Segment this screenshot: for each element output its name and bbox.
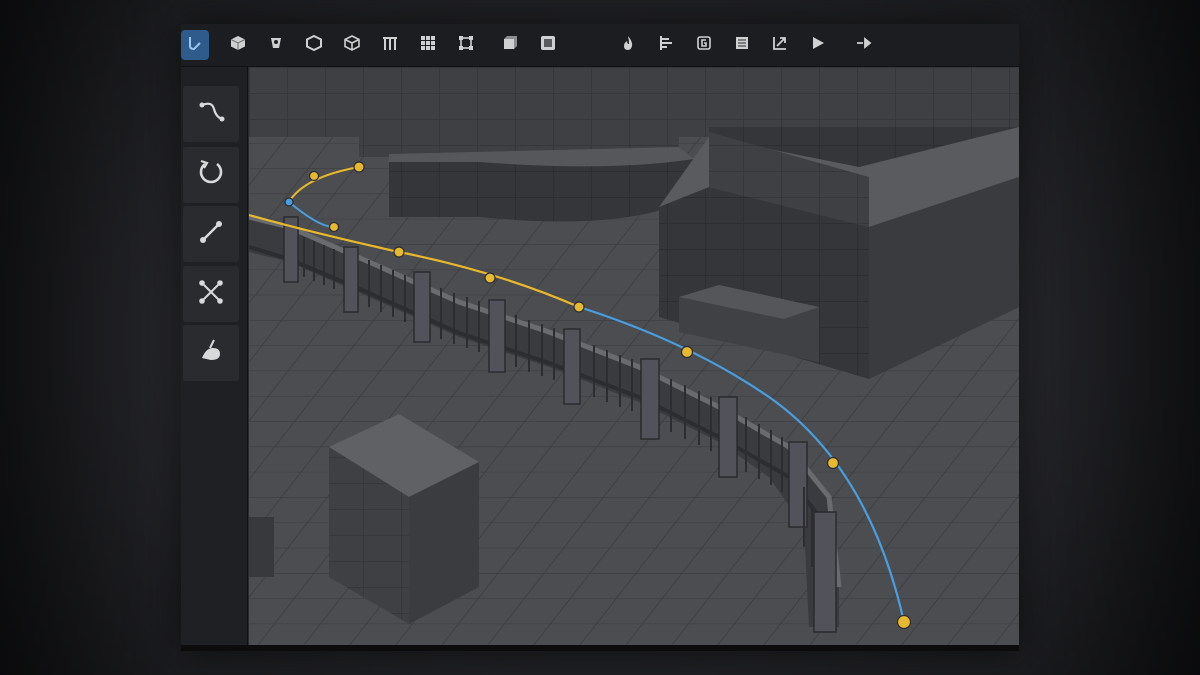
scale-points-icon xyxy=(196,277,226,312)
solid-cube-icon xyxy=(501,34,519,57)
level-editor-window xyxy=(181,24,1019,651)
bucket-icon xyxy=(267,34,285,57)
layers-button[interactable] xyxy=(727,30,757,60)
grid-button[interactable] xyxy=(413,30,443,60)
fire-button[interactable] xyxy=(613,30,643,60)
step-icon xyxy=(855,34,873,57)
cube-add-button[interactable] xyxy=(223,30,253,60)
line-segment-tool[interactable] xyxy=(183,206,239,262)
spline-point xyxy=(393,246,405,258)
spline-select-button[interactable] xyxy=(181,30,209,60)
measure-icon xyxy=(771,34,789,57)
status-strip xyxy=(181,645,1019,651)
align-icon xyxy=(657,34,675,57)
box-tool-icon xyxy=(305,34,323,57)
transform-box-icon xyxy=(457,34,475,57)
spline-point xyxy=(328,221,340,233)
sculpt-tool[interactable] xyxy=(183,325,239,381)
scene-render xyxy=(249,67,1019,645)
play-button[interactable] xyxy=(803,30,833,60)
spline-select-icon xyxy=(186,34,204,57)
top-toolbar xyxy=(181,24,1019,67)
spline-point xyxy=(284,197,294,207)
spline-point xyxy=(353,161,365,173)
pillar-icon xyxy=(381,34,399,57)
scale-points-tool[interactable] xyxy=(183,266,239,322)
fire-icon xyxy=(619,34,637,57)
bucket-button[interactable] xyxy=(261,30,291,60)
cube-add-icon xyxy=(229,34,247,57)
play-icon xyxy=(809,34,827,57)
align-button[interactable] xyxy=(651,30,681,60)
box-tool-button[interactable] xyxy=(299,30,329,60)
grid-icon xyxy=(419,34,437,57)
step-button[interactable] xyxy=(849,30,879,60)
spline-path-icon xyxy=(196,97,226,132)
rotate-tool[interactable] xyxy=(183,147,239,203)
pillar-button[interactable] xyxy=(375,30,405,60)
spline-point xyxy=(573,301,585,313)
layers-icon xyxy=(733,34,751,57)
snap-icon xyxy=(695,34,713,57)
measure-button[interactable] xyxy=(765,30,795,60)
rotate-icon xyxy=(196,158,226,193)
square-frame-icon xyxy=(539,34,557,57)
mesh-icon xyxy=(343,34,361,57)
solid-cube-button[interactable] xyxy=(495,30,525,60)
transform-box-button[interactable] xyxy=(451,30,481,60)
spline-point xyxy=(484,272,496,284)
spline-path-tool[interactable] xyxy=(183,86,239,142)
snap-button[interactable] xyxy=(689,30,719,60)
line-segment-icon xyxy=(196,217,226,252)
square-frame-button[interactable] xyxy=(533,30,563,60)
spline-point xyxy=(826,456,840,470)
left-tool-rail xyxy=(181,67,248,651)
sculpt-icon xyxy=(196,336,226,371)
spline-point xyxy=(308,170,320,182)
spline-point xyxy=(896,614,912,630)
scene-viewport[interactable] xyxy=(249,67,1019,645)
mesh-button[interactable] xyxy=(337,30,367,60)
spline-point xyxy=(680,345,694,359)
